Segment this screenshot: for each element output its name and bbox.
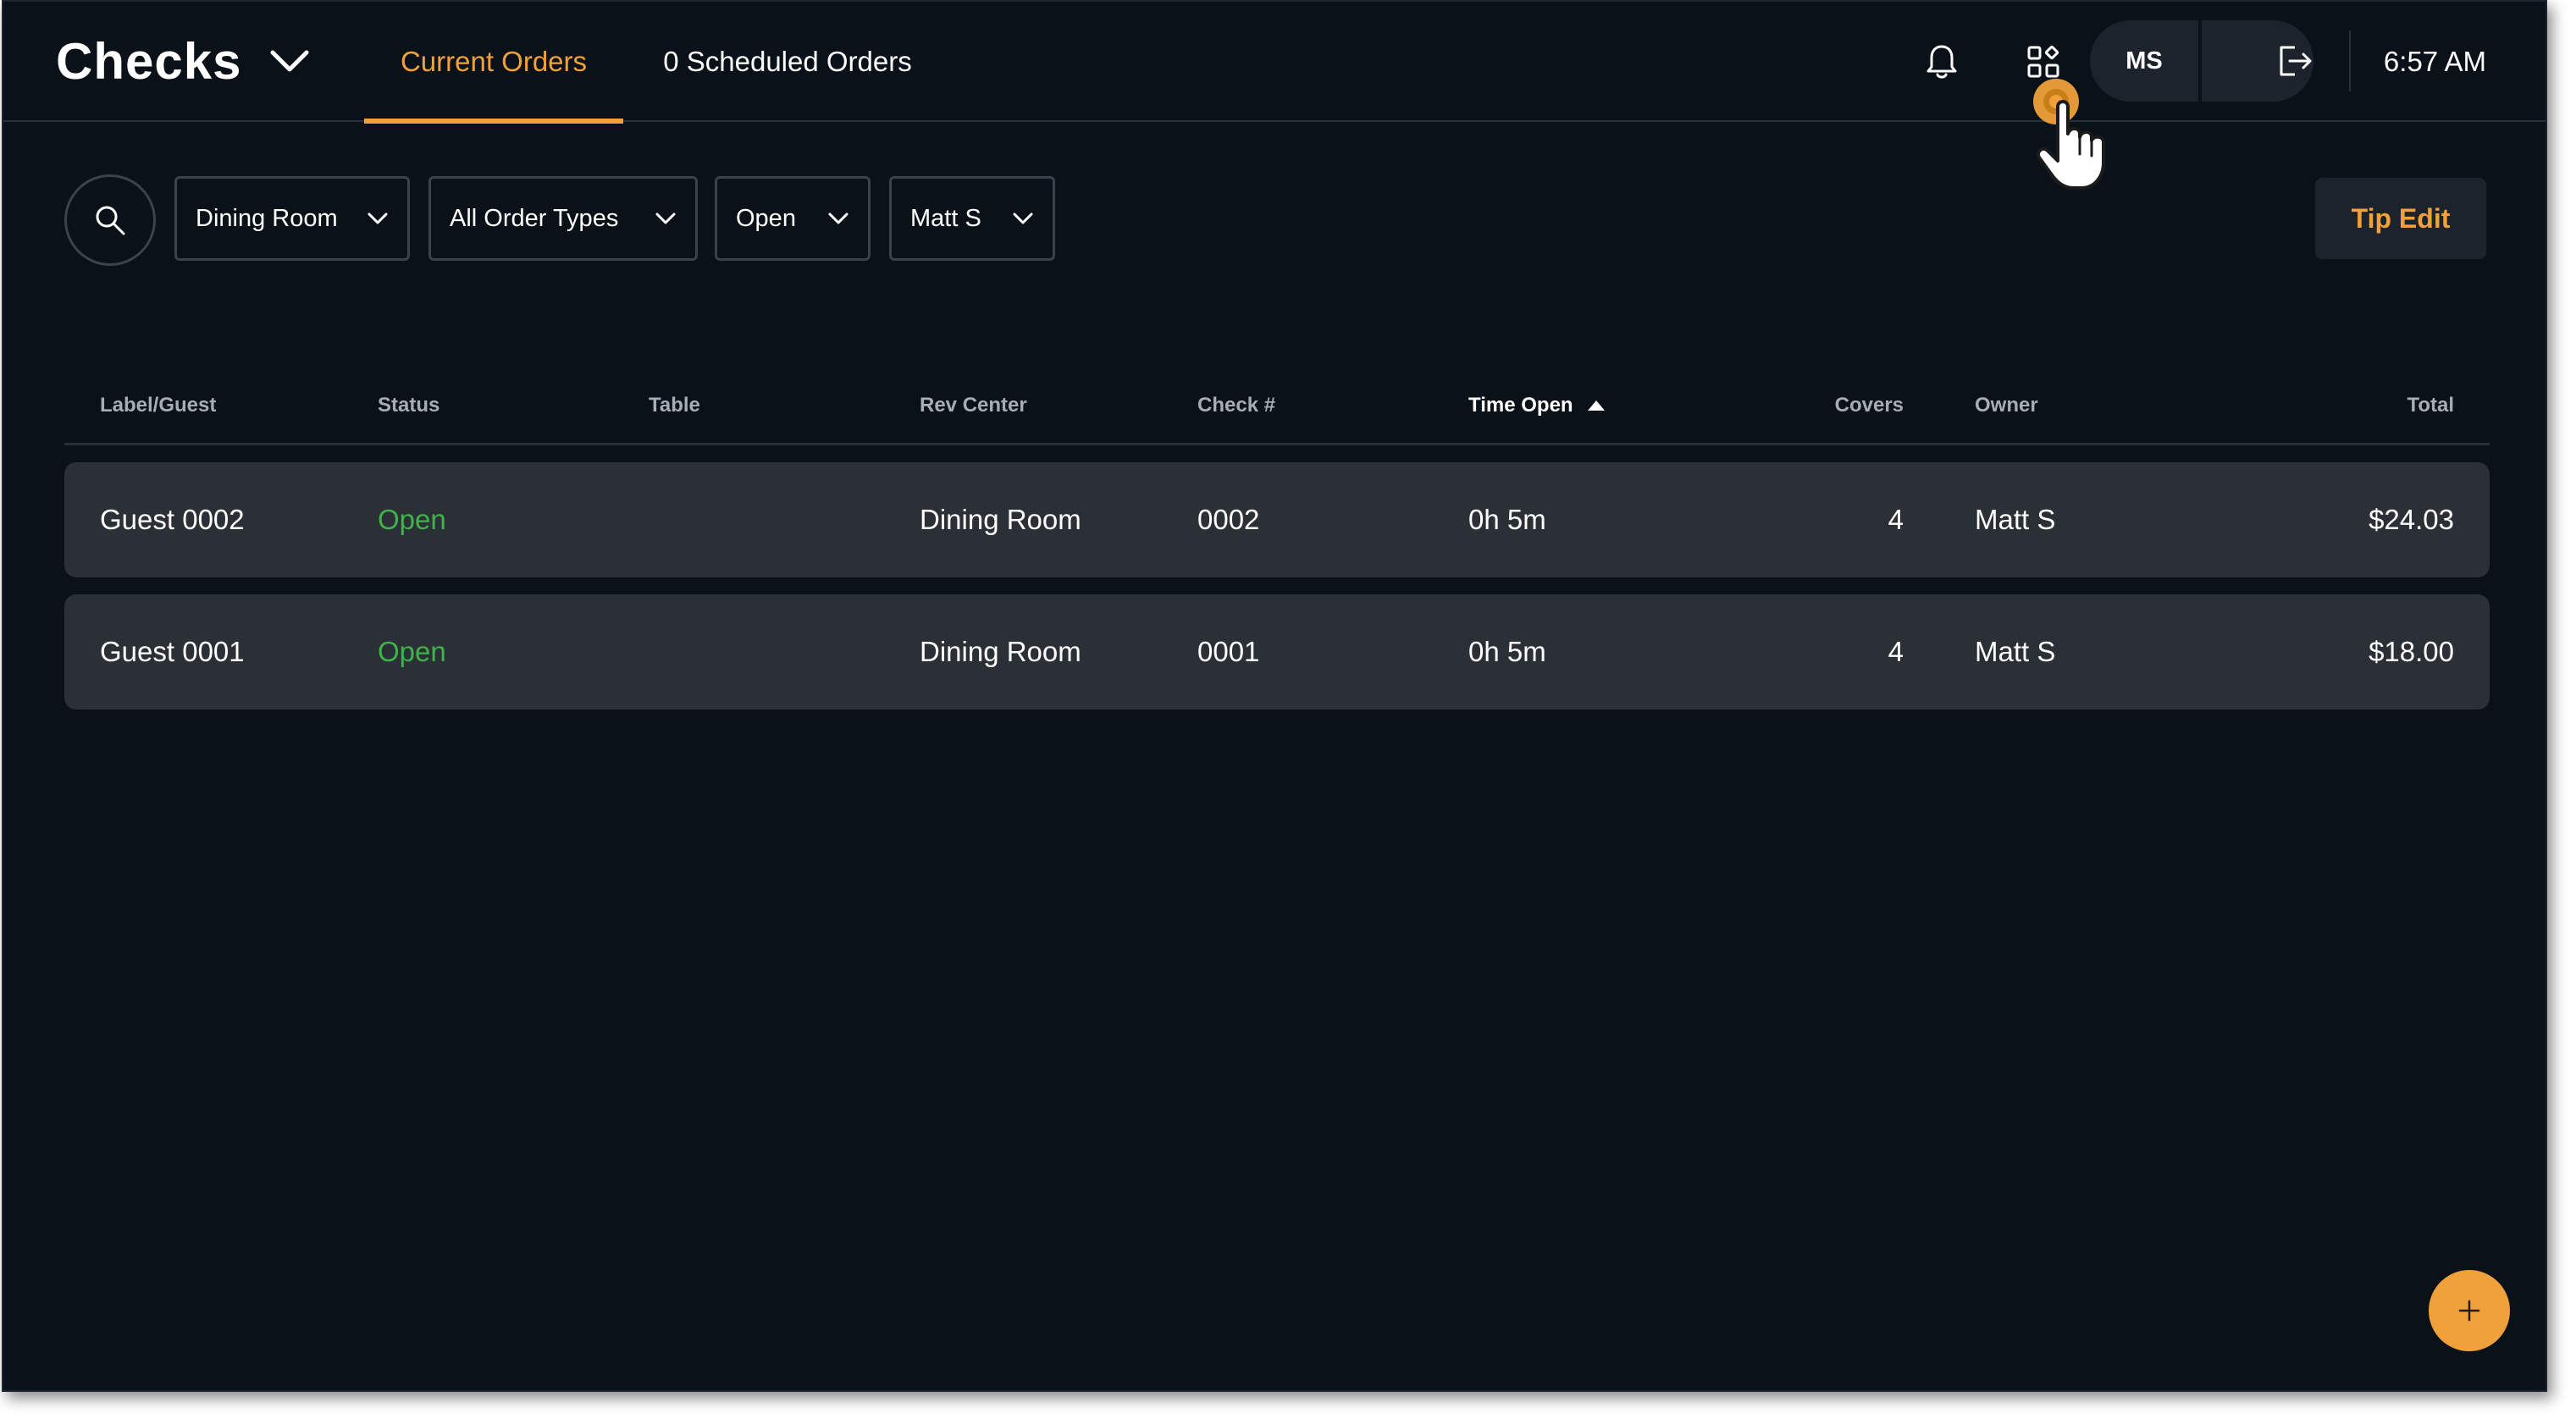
chevron-down-icon	[828, 213, 849, 224]
cell-total: $18.00	[2369, 636, 2454, 667]
app-title-dropdown[interactable]: Checks	[56, 27, 309, 95]
tab-current-orders[interactable]: Current Orders	[364, 2, 623, 124]
order-type-filter[interactable]: All Order Types	[428, 176, 698, 261]
column-header-status[interactable]: Status	[378, 366, 439, 445]
column-header-table[interactable]: Table	[649, 366, 700, 445]
bell-icon[interactable]	[1921, 41, 1963, 83]
top-bar: Checks Current Orders 0 Scheduled Orders	[3, 2, 2546, 124]
hand-pointer-icon	[2033, 79, 2105, 190]
chevron-down-icon	[655, 213, 676, 224]
cell-check-number: 0002	[1197, 504, 1260, 535]
cell-owner: Matt S	[1975, 636, 2056, 667]
logout-button[interactable]	[2202, 20, 2313, 102]
page-title: Checks	[56, 32, 242, 90]
filter-value: Matt S	[910, 204, 981, 232]
cell-rev-center: Dining Room	[920, 504, 1081, 535]
cell-covers: 4	[1888, 504, 1904, 535]
cell-status: Open	[378, 504, 446, 535]
filter-value: Dining Room	[196, 204, 338, 232]
cell-guest: Guest 0001	[100, 636, 245, 667]
cell-guest: Guest 0002	[100, 504, 245, 535]
table-row[interactable]: Guest 0002 Open Dining Room 0002 0h 5m 4…	[64, 462, 2490, 577]
column-header-total[interactable]: Total	[2266, 366, 2454, 445]
table-header: Label/Guest Status Table Rev Center Chec…	[64, 366, 2490, 445]
chevron-down-icon	[368, 213, 388, 224]
search-button[interactable]	[64, 174, 156, 266]
filter-value: All Order Types	[450, 204, 619, 232]
cell-status: Open	[378, 636, 446, 667]
chevron-down-icon	[270, 50, 309, 72]
add-order-button[interactable]	[2429, 1270, 2510, 1351]
cell-total: $24.03	[2369, 504, 2454, 535]
cell-check-number: 0001	[1197, 636, 1260, 667]
chevron-down-icon	[1013, 213, 1033, 224]
cell-rev-center: Dining Room	[920, 636, 1081, 667]
column-header-covers[interactable]: Covers	[1724, 366, 1904, 445]
column-header-owner[interactable]: Owner	[1975, 366, 2038, 445]
tip-edit-button[interactable]: Tip Edit	[2315, 178, 2486, 259]
plus-icon	[2458, 1300, 2480, 1322]
tab-label: Current Orders	[400, 46, 588, 77]
column-header-label-guest[interactable]: Label/Guest	[100, 366, 216, 445]
table-row[interactable]: Guest 0001 Open Dining Room 0001 0h 5m 4…	[64, 594, 2490, 710]
header-divider	[2349, 30, 2351, 91]
cell-time-open: 0h 5m	[1468, 504, 1546, 535]
filter-value: Open	[736, 204, 796, 232]
cell-owner: Matt S	[1975, 504, 2056, 535]
cell-time-open: 0h 5m	[1468, 636, 1546, 667]
rev-center-filter[interactable]: Dining Room	[174, 176, 410, 261]
click-cursor-indicator	[2019, 71, 2154, 202]
tab-scheduled-orders[interactable]: 0 Scheduled Orders	[650, 2, 925, 122]
owner-filter[interactable]: Matt S	[889, 176, 1055, 261]
tab-label: 0 Scheduled Orders	[663, 46, 912, 77]
status-filter[interactable]: Open	[715, 176, 871, 261]
search-icon	[96, 206, 125, 235]
checks-window: Checks Current Orders 0 Scheduled Orders	[2, 0, 2547, 1392]
logout-icon	[2280, 46, 2312, 76]
column-header-time-open[interactable]: Time Open	[1468, 366, 1606, 445]
column-header-check[interactable]: Check #	[1197, 366, 1275, 445]
clock: 6:57 AM	[2383, 46, 2486, 77]
cell-covers: 4	[1888, 636, 1904, 667]
sort-ascending-icon	[1587, 400, 1605, 411]
column-header-rev-center[interactable]: Rev Center	[920, 366, 1027, 445]
